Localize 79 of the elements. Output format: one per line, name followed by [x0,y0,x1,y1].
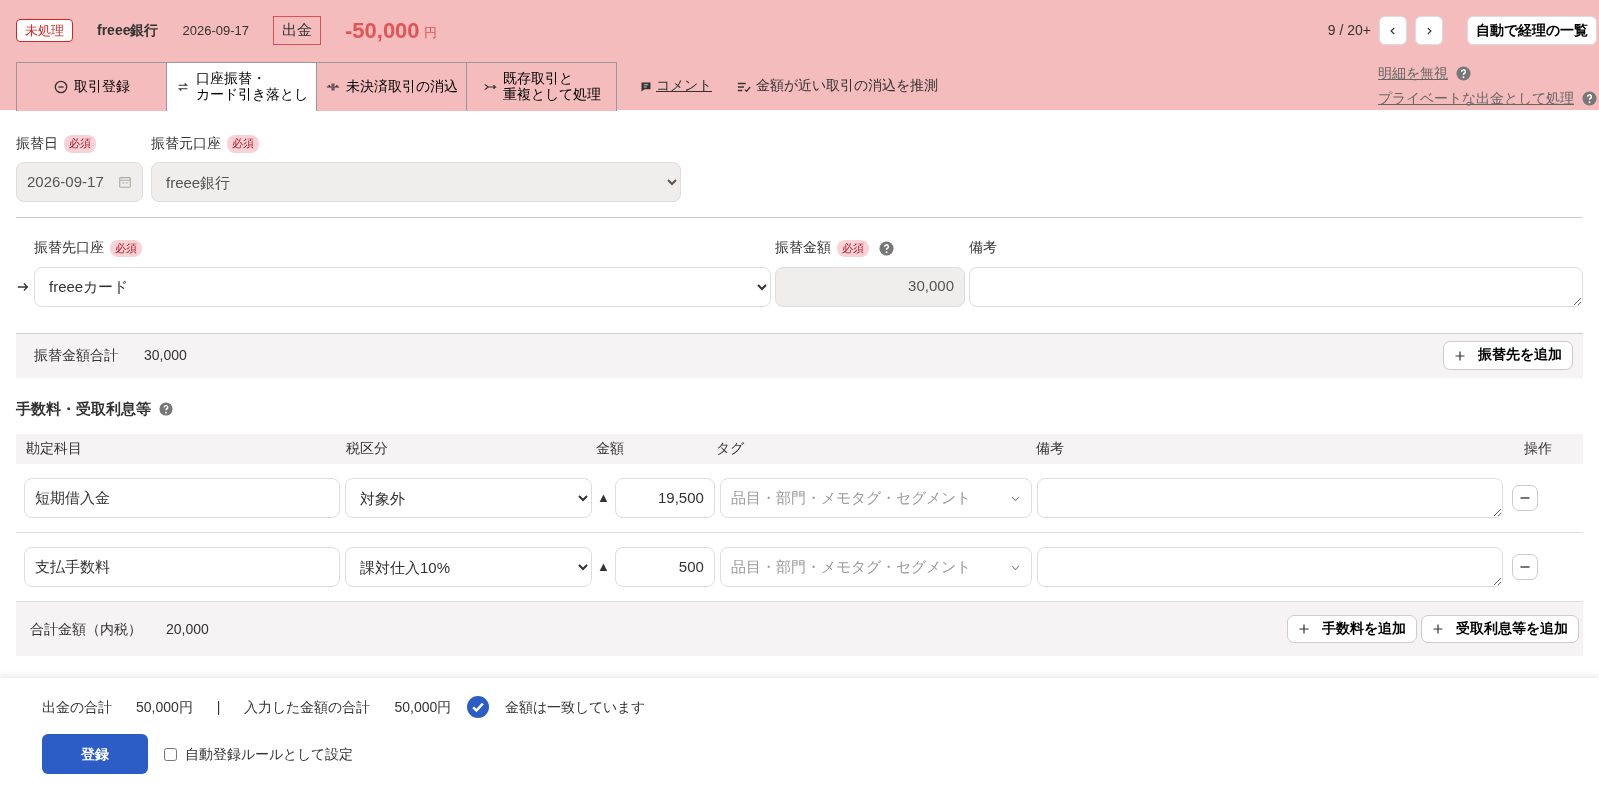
tab[interactable]: 取引登録 [16,62,167,111]
summary-value: 50,000円 [394,697,452,717]
field-label: 振替先口座 [34,239,104,258]
remove-button[interactable] [1511,554,1538,580]
summary-label: 出金の合計 [42,697,112,717]
column-header: タグ [716,439,745,458]
field-label: 振替元口座 [151,135,221,153]
plus-icon [1454,349,1466,362]
column-header: 操作 [1523,439,1552,458]
field-label: 振替金額 [775,239,831,258]
comment-link[interactable]: コメント [656,76,712,97]
text-link[interactable]: プライベートな出金として処理 [1378,88,1574,109]
tab[interactable]: 既存取引と 重複として処理 [466,62,617,111]
amount-field[interactable]: 30,000 [775,266,965,307]
total-label: 振替金額合計 [34,346,118,365]
note-field[interactable] [1036,478,1503,518]
minus-sign: ▲ [597,558,610,577]
minus-circle-icon [53,80,68,94]
account-select[interactable]: freeeカード [34,266,771,307]
add-button[interactable]: 手数料を追加 [1287,614,1417,644]
next-button[interactable] [1415,16,1443,45]
chevron-left-icon [1388,26,1398,37]
plus-icon [1298,623,1310,635]
register-button[interactable]: 登録 [42,734,148,774]
match-status: 金額は一致しています [505,697,646,717]
add-destination-button[interactable]: 振替先を追加 [1443,341,1573,370]
summary-value: 50,000円 [136,697,193,717]
required-badge: 必須 [227,135,259,153]
swap-arrows-icon [175,80,190,94]
help-icon [1456,66,1471,81]
amount-text: -50,000 [344,17,420,45]
section-title: 手数料・受取利息等 [16,398,151,419]
checkbox[interactable] [164,747,177,761]
field-label: 備考 [969,239,997,258]
currency-text: 円 [423,23,437,42]
tab[interactable]: 未決済取引の消込 [316,62,467,111]
text-link[interactable]: 明細を無視 [1378,63,1448,84]
account-field[interactable]: 短期借入金 [24,478,340,518]
tax-select[interactable]: 課対仕入10% [345,547,592,587]
total-label: 合計金額（内税） [30,619,142,639]
summary-label: 入力した金額の合計 [244,697,371,717]
checkbox-label: 自動登録ルールとして設定 [185,744,353,764]
note-field[interactable] [969,266,1583,307]
calendar-icon [118,175,132,190]
minus-sign: ▲ [597,489,610,508]
direction-label: 出金 [272,16,321,45]
account-name: freee銀行 [97,21,159,40]
suggest-action[interactable]: 金額が近い取引の消込を推測 [756,76,938,97]
required-badge: 必須 [837,239,869,258]
column-header: 金額 [596,439,625,458]
list-button[interactable]: 自動で経理の一覧 [1467,16,1597,45]
separator-text: | [216,697,221,717]
amount-field[interactable]: 500 [614,547,715,587]
tab[interactable]: 口座振替・ カード引き落とし [166,62,317,111]
help-icon [159,401,173,416]
required-badge: 必須 [110,239,142,258]
note-field[interactable] [1036,547,1503,587]
comment-icon [640,80,652,93]
previous-button[interactable] [1379,16,1407,45]
help-icon [1582,91,1597,106]
field-label: 振替日 [16,135,58,153]
help-icon [879,240,894,256]
tax-select[interactable]: 対象外 [345,478,592,518]
account-field[interactable]: 支払手数料 [24,547,340,587]
status-badge: 未処理 [16,18,73,43]
date-field[interactable]: 2026-09-17 [16,162,143,203]
chevron-right-icon [1424,26,1434,37]
column-header: 勘定科目 [26,439,83,458]
column-header: 税区分 [346,439,389,458]
required-badge: 必須 [64,135,96,153]
column-header: 備考 [1036,439,1065,458]
pager-text: 9 / 20+ [1327,21,1371,40]
total-value: 30,000 [144,346,187,365]
total-value: 20,000 [166,619,209,639]
transaction-date: 2026-09-17 [182,21,249,40]
amount-field[interactable]: 19,500 [614,478,715,518]
remove-button[interactable] [1511,485,1538,511]
plus-icon [1432,623,1444,635]
add-button[interactable]: 受取利息等を追加 [1421,614,1579,644]
